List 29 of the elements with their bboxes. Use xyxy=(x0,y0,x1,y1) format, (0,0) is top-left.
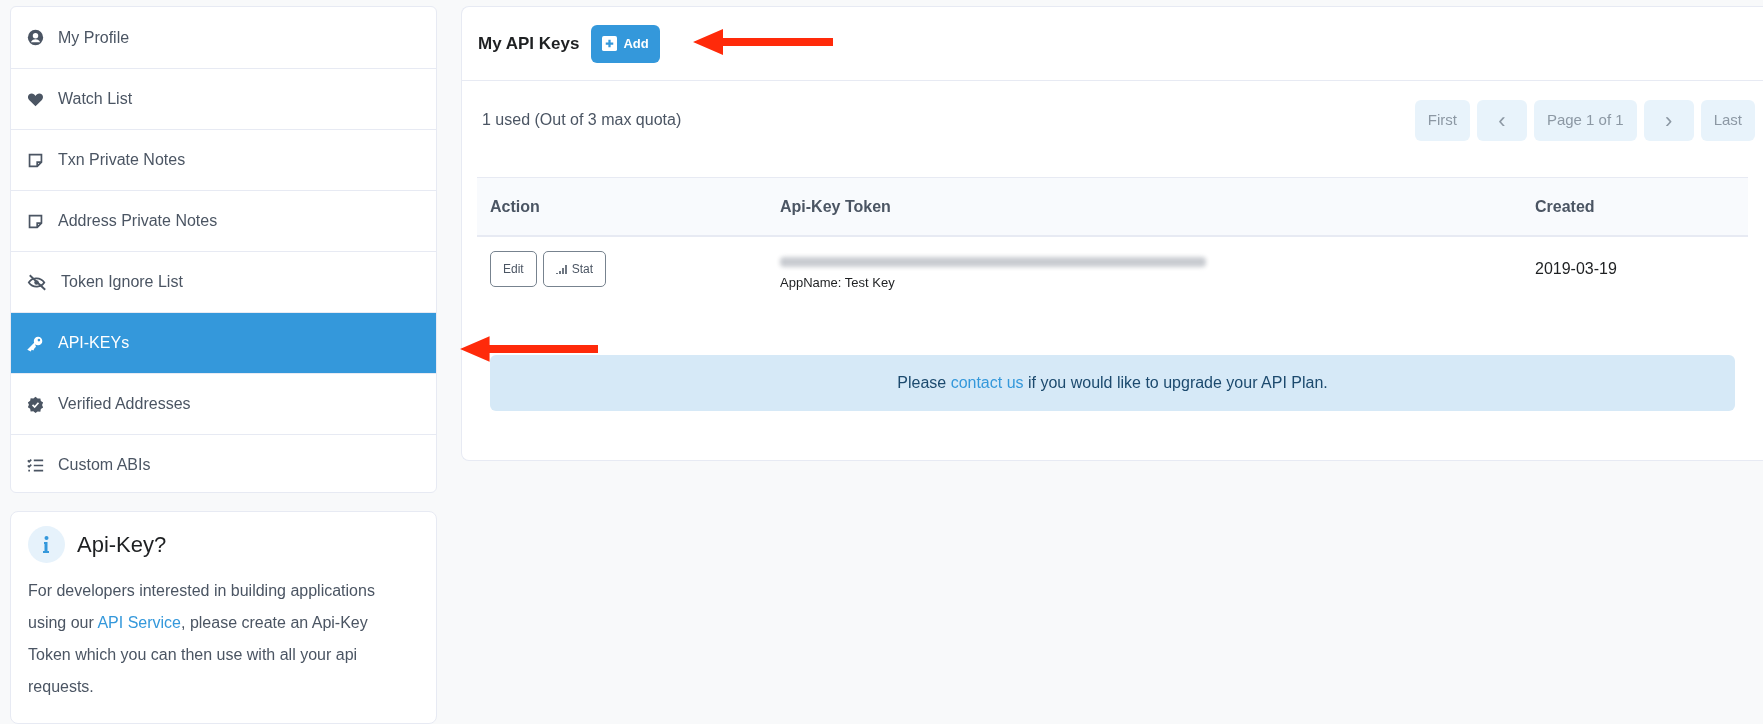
column-header: Created xyxy=(1535,196,1596,217)
edit-button[interactable]: Edit xyxy=(490,251,537,287)
note-icon xyxy=(27,151,44,169)
signal-bars-icon xyxy=(555,263,568,275)
sidebar-item[interactable]: Verified Addresses xyxy=(11,373,436,434)
info-title: Api-Key? xyxy=(77,531,167,559)
verified-badge-icon xyxy=(27,395,44,413)
sidebar-item[interactable]: Watch List xyxy=(11,68,436,129)
info-text: For developers interested in building applications using our API Service, please create an Api-Key Token which you can then use with all your api requests. xyxy=(28,581,376,697)
app-name: AppName: Test Key xyxy=(780,274,896,292)
eye-off-icon xyxy=(27,273,47,291)
plus-icon xyxy=(602,36,618,51)
sidebar-item[interactable]: Custom ABIs xyxy=(11,434,436,492)
info-icon xyxy=(28,526,65,563)
note-icon xyxy=(27,212,44,230)
key-icon xyxy=(27,334,44,352)
stat-button[interactable]: Stat xyxy=(542,251,607,287)
created-date: 2019-03-19 xyxy=(1535,259,1618,279)
column-header: Api-Key Token xyxy=(780,196,892,217)
sidebar-item[interactable]: Address Private Notes xyxy=(11,190,436,251)
card-title: My API Keys xyxy=(478,32,580,55)
sidebar-item[interactable]: My Profile xyxy=(11,7,436,68)
user-icon xyxy=(27,29,44,46)
alert-text: Please contact us if you would like to upgrade your API Plan. xyxy=(897,373,1328,393)
sidebar-item[interactable]: Txn Private Notes xyxy=(11,129,436,190)
column-header: Action xyxy=(490,196,541,217)
annotation-arrow-icon xyxy=(693,29,833,55)
quota-text: 1 used (Out of 3 max quota) xyxy=(482,110,682,130)
checklist-icon xyxy=(27,456,44,474)
